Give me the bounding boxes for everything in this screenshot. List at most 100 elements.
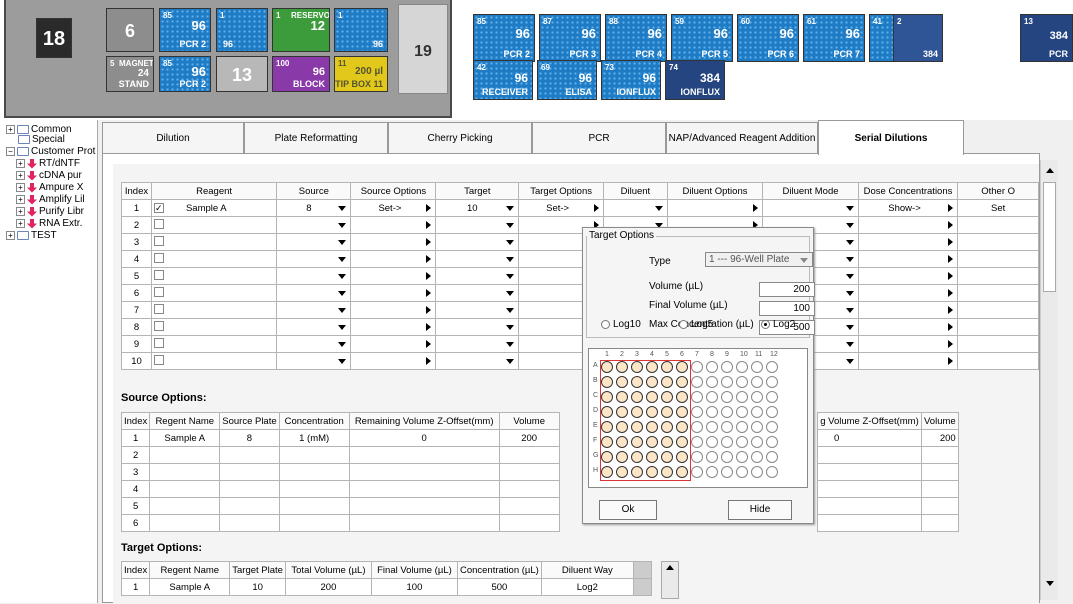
- target-table-scrollbar[interactable]: [661, 561, 679, 599]
- chevron-down-icon[interactable]: [506, 290, 515, 296]
- dropdown-cell[interactable]: [276, 284, 352, 302]
- log5-radio[interactable]: Log5: [679, 319, 713, 330]
- plate-well[interactable]: [766, 361, 778, 373]
- table-row[interactable]: [817, 480, 959, 498]
- table-row[interactable]: [817, 497, 959, 515]
- plate-well[interactable]: [751, 451, 763, 463]
- dropdown-cell[interactable]: [276, 352, 352, 370]
- dropdown-cell[interactable]: [435, 267, 520, 285]
- table-cell[interactable]: [921, 446, 959, 464]
- chevron-right-icon[interactable]: [426, 238, 432, 246]
- plate-well[interactable]: [691, 451, 703, 463]
- arrow-cell[interactable]: [857, 233, 959, 251]
- table-row[interactable]: 5: [121, 267, 1039, 285]
- arrow-cell[interactable]: [857, 335, 959, 353]
- table-row[interactable]: 1 ✓ Sample A 8 Set-> 10 Set-> Show-> Set: [121, 199, 1039, 217]
- plate-well[interactable]: [751, 421, 763, 433]
- arrow-cell[interactable]: [350, 216, 437, 234]
- plate-well[interactable]: [736, 466, 748, 478]
- table-row[interactable]: 4: [121, 250, 1039, 268]
- table-row[interactable]: 1 Sample A81 (mM) 0 200: [120, 429, 560, 447]
- chevron-down-icon[interactable]: [338, 256, 347, 262]
- table-cell[interactable]: [149, 480, 221, 498]
- plate-well[interactable]: [691, 421, 703, 433]
- position-18[interactable]: 18: [36, 18, 72, 58]
- plate-type-select[interactable]: 1 --- 96-Well Plate: [705, 252, 813, 267]
- expand-icon[interactable]: +: [6, 125, 15, 134]
- table-cell[interactable]: [219, 480, 280, 498]
- plate-pos-pcr2-a[interactable]: 85 96 PCR 2: [159, 8, 211, 52]
- dropdown-cell[interactable]: [276, 301, 352, 319]
- arrow-cell[interactable]: [857, 250, 959, 268]
- plate-well[interactable]: [751, 436, 763, 448]
- tree-node[interactable]: − Customer Prot: [6, 146, 95, 157]
- chevron-right-icon[interactable]: [426, 289, 432, 297]
- chevron-down-icon[interactable]: [506, 239, 515, 245]
- reservoir-tile[interactable]: 1RESERVOIR12: [272, 8, 330, 52]
- plate-well[interactable]: [706, 376, 718, 388]
- chevron-down-icon[interactable]: [654, 205, 663, 211]
- plate-well[interactable]: [721, 451, 733, 463]
- expand-icon[interactable]: −: [6, 147, 15, 156]
- table-cell[interactable]: [817, 514, 922, 532]
- dropdown-cell[interactable]: [276, 250, 352, 268]
- chevron-right-icon[interactable]: [948, 204, 954, 212]
- chevron-down-icon[interactable]: [506, 307, 515, 313]
- chevron-down-icon[interactable]: [506, 273, 515, 279]
- plate-pos-1[interactable]: 1 96: [216, 8, 268, 52]
- arrow-cell[interactable]: [350, 352, 437, 370]
- table-cell[interactable]: 1: [120, 429, 151, 447]
- plate-well[interactable]: [691, 376, 703, 388]
- plate-well[interactable]: [766, 466, 778, 478]
- chevron-down-icon[interactable]: [845, 205, 854, 211]
- table-cell[interactable]: 4: [120, 480, 151, 498]
- dropdown-cell[interactable]: [435, 352, 520, 370]
- magnetic-stand-tile[interactable]: 5MAGNETIC24STAND: [106, 56, 154, 92]
- table-cell[interactable]: Sample A: [149, 578, 231, 596]
- chevron-right-icon[interactable]: [426, 255, 432, 263]
- final-volume-input[interactable]: 100: [759, 301, 815, 316]
- well-plate-map[interactable]: 1 2 3 4 5 6 7 8 9 10 11 12 A B C D E F G H: [588, 348, 808, 488]
- arrow-cell[interactable]: [857, 284, 959, 302]
- table-cell[interactable]: [921, 463, 959, 481]
- deck-plate-tile[interactable]: 60 96 PCR 6: [737, 14, 799, 62]
- table-cell[interactable]: [149, 497, 221, 515]
- table-cell[interactable]: [149, 446, 221, 464]
- position-13[interactable]: 13: [216, 56, 268, 92]
- table-row[interactable]: 2: [120, 446, 560, 464]
- table-cell[interactable]: [498, 446, 560, 464]
- row-checkbox[interactable]: ✓: [153, 202, 164, 213]
- table-row[interactable]: [817, 446, 959, 464]
- chevron-right-icon[interactable]: [948, 221, 954, 229]
- dropdown-cell[interactable]: [435, 233, 520, 251]
- table-cell[interactable]: 100: [370, 578, 458, 596]
- chevron-down-icon[interactable]: [845, 341, 854, 347]
- tree-node[interactable]: + cDNA pur: [16, 170, 82, 181]
- table-cell[interactable]: [348, 514, 500, 532]
- table-row[interactable]: 4: [120, 480, 560, 498]
- table-cell[interactable]: Sample A: [149, 429, 221, 447]
- plate-well[interactable]: [691, 391, 703, 403]
- table-row[interactable]: 3: [120, 463, 560, 481]
- table-row[interactable]: [817, 514, 959, 532]
- row-checkbox[interactable]: [153, 235, 164, 246]
- plate-well[interactable]: [721, 421, 733, 433]
- table-cell[interactable]: [921, 514, 959, 532]
- plate-384[interactable]: 2 384: [893, 14, 943, 62]
- plate-well[interactable]: [736, 421, 748, 433]
- table-cell[interactable]: [817, 480, 922, 498]
- chevron-down-icon[interactable]: [338, 341, 347, 347]
- position-19[interactable]: 19: [398, 4, 448, 94]
- table-cell[interactable]: 0: [348, 429, 500, 447]
- table-cell[interactable]: [348, 463, 500, 481]
- table-row[interactable]: 1 Sample A 10 200 100 500 Log2: [120, 578, 652, 596]
- row-checkbox[interactable]: [153, 218, 164, 229]
- chevron-right-icon[interactable]: [948, 357, 954, 365]
- plate-well[interactable]: [766, 391, 778, 403]
- dropdown-cell[interactable]: [435, 250, 520, 268]
- table-cell[interactable]: [817, 497, 922, 515]
- table-row[interactable]: 6: [120, 514, 560, 532]
- dropdown-cell[interactable]: 10: [435, 199, 520, 217]
- deck-plate-tile[interactable]: 42 96 RECEIVER: [473, 60, 533, 100]
- scroll-up-icon[interactable]: [1045, 168, 1054, 173]
